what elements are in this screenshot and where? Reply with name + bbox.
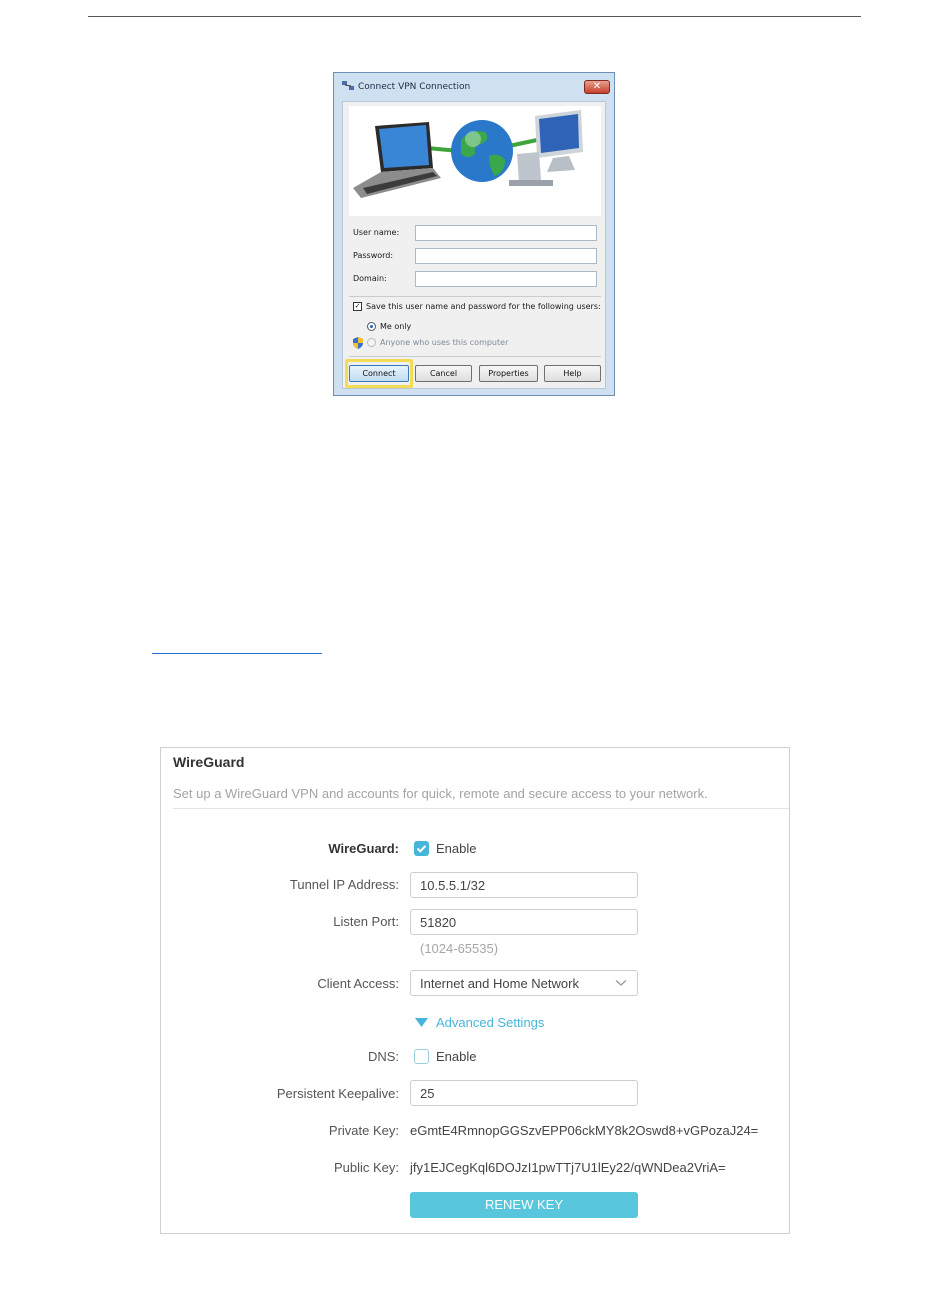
panel-divider [173,808,789,809]
private-key-value: eGmtE4RmnopGGSzvEPP06ckMY8k2Oswd8+vGPoza… [410,1123,759,1138]
listen-port-hint: (1024-65535) [420,941,499,956]
wireguard-enable-label: WireGuard: [328,841,399,856]
renew-key-button[interactable]: RENEW KEY [410,1192,638,1218]
laptop-icon [353,122,441,198]
username-input[interactable] [415,225,597,241]
keepalive-input[interactable]: 25 [410,1080,638,1106]
password-label: Password: [353,251,394,260]
username-label: User name: [353,228,400,237]
page-top-rule [88,16,861,17]
wireguard-enable-text: Enable [436,841,477,856]
domain-label: Domain: [353,274,387,283]
tunnel-ip-label: Tunnel IP Address: [289,877,399,892]
private-key-label: Private Key: [328,1123,399,1138]
dns-enable-text: Enable [436,1049,477,1064]
public-key-value: jfy1EJCegKql6DOJzI1pwTTj7U1lEy22/qWNDea2… [410,1160,726,1175]
uac-shield-icon [353,337,363,349]
save-credentials-checkbox[interactable]: ✓ [353,302,362,311]
dialog-body: User name: Password: Domain: ✓ Save this… [342,101,606,389]
network-connection-icon [342,81,354,90]
listen-port-label: Listen Port: [333,914,399,929]
password-input[interactable] [415,248,597,264]
document-link-underline[interactable] [152,653,322,654]
help-button[interactable]: Help [544,365,601,382]
desktop-computer-icon [509,110,583,186]
dns-enable-checkbox[interactable] [414,1049,429,1064]
cancel-button[interactable]: Cancel [415,365,472,382]
keepalive-label: Persistent Keepalive: [276,1086,399,1101]
close-button[interactable]: ✕ [584,80,610,94]
radio-me-only-label: Me only [380,322,412,331]
public-key-label: Public Key: [333,1160,399,1175]
panel-subtitle: Set up a WireGuard VPN and accounts for … [173,786,708,801]
domain-input[interactable] [415,271,597,287]
radio-anyone-label: Anyone who uses this computer [380,338,509,347]
vpn-illustration [349,106,601,216]
dialog-separator-2 [349,356,601,357]
save-credentials-label: Save this user name and password for the… [366,302,601,311]
connect-button[interactable]: Connect [349,365,409,382]
wireguard-enable-checkbox[interactable] [414,841,429,856]
radio-anyone[interactable] [367,338,376,347]
dns-label: DNS: [367,1049,399,1064]
connect-vpn-dialog: Connect VPN Connection ✕ User name: Pass… [333,72,615,396]
check-icon [416,845,427,853]
client-access-select[interactable]: Internet and Home Network [410,970,638,996]
chevron-down-icon [615,980,627,986]
expand-triangle-icon[interactable] [415,1018,428,1028]
radio-me-only[interactable] [367,322,376,331]
wireguard-panel: WireGuard Set up a WireGuard VPN and acc… [160,747,790,1234]
properties-button[interactable]: Properties [479,365,538,382]
client-access-label: Client Access: [317,976,399,991]
dialog-title: Connect VPN Connection [358,82,471,92]
dialog-separator [349,296,601,297]
client-access-value: Internet and Home Network [420,976,579,991]
listen-port-input[interactable]: 51820 [410,909,638,935]
panel-title: WireGuard [173,754,245,770]
tunnel-ip-input[interactable]: 10.5.5.1/32 [410,872,638,898]
dialog-titlebar[interactable]: Connect VPN Connection ✕ [334,73,614,99]
advanced-settings-toggle[interactable]: Advanced Settings [436,1015,544,1030]
close-icon: ✕ [592,81,602,92]
globe-icon [451,120,513,182]
